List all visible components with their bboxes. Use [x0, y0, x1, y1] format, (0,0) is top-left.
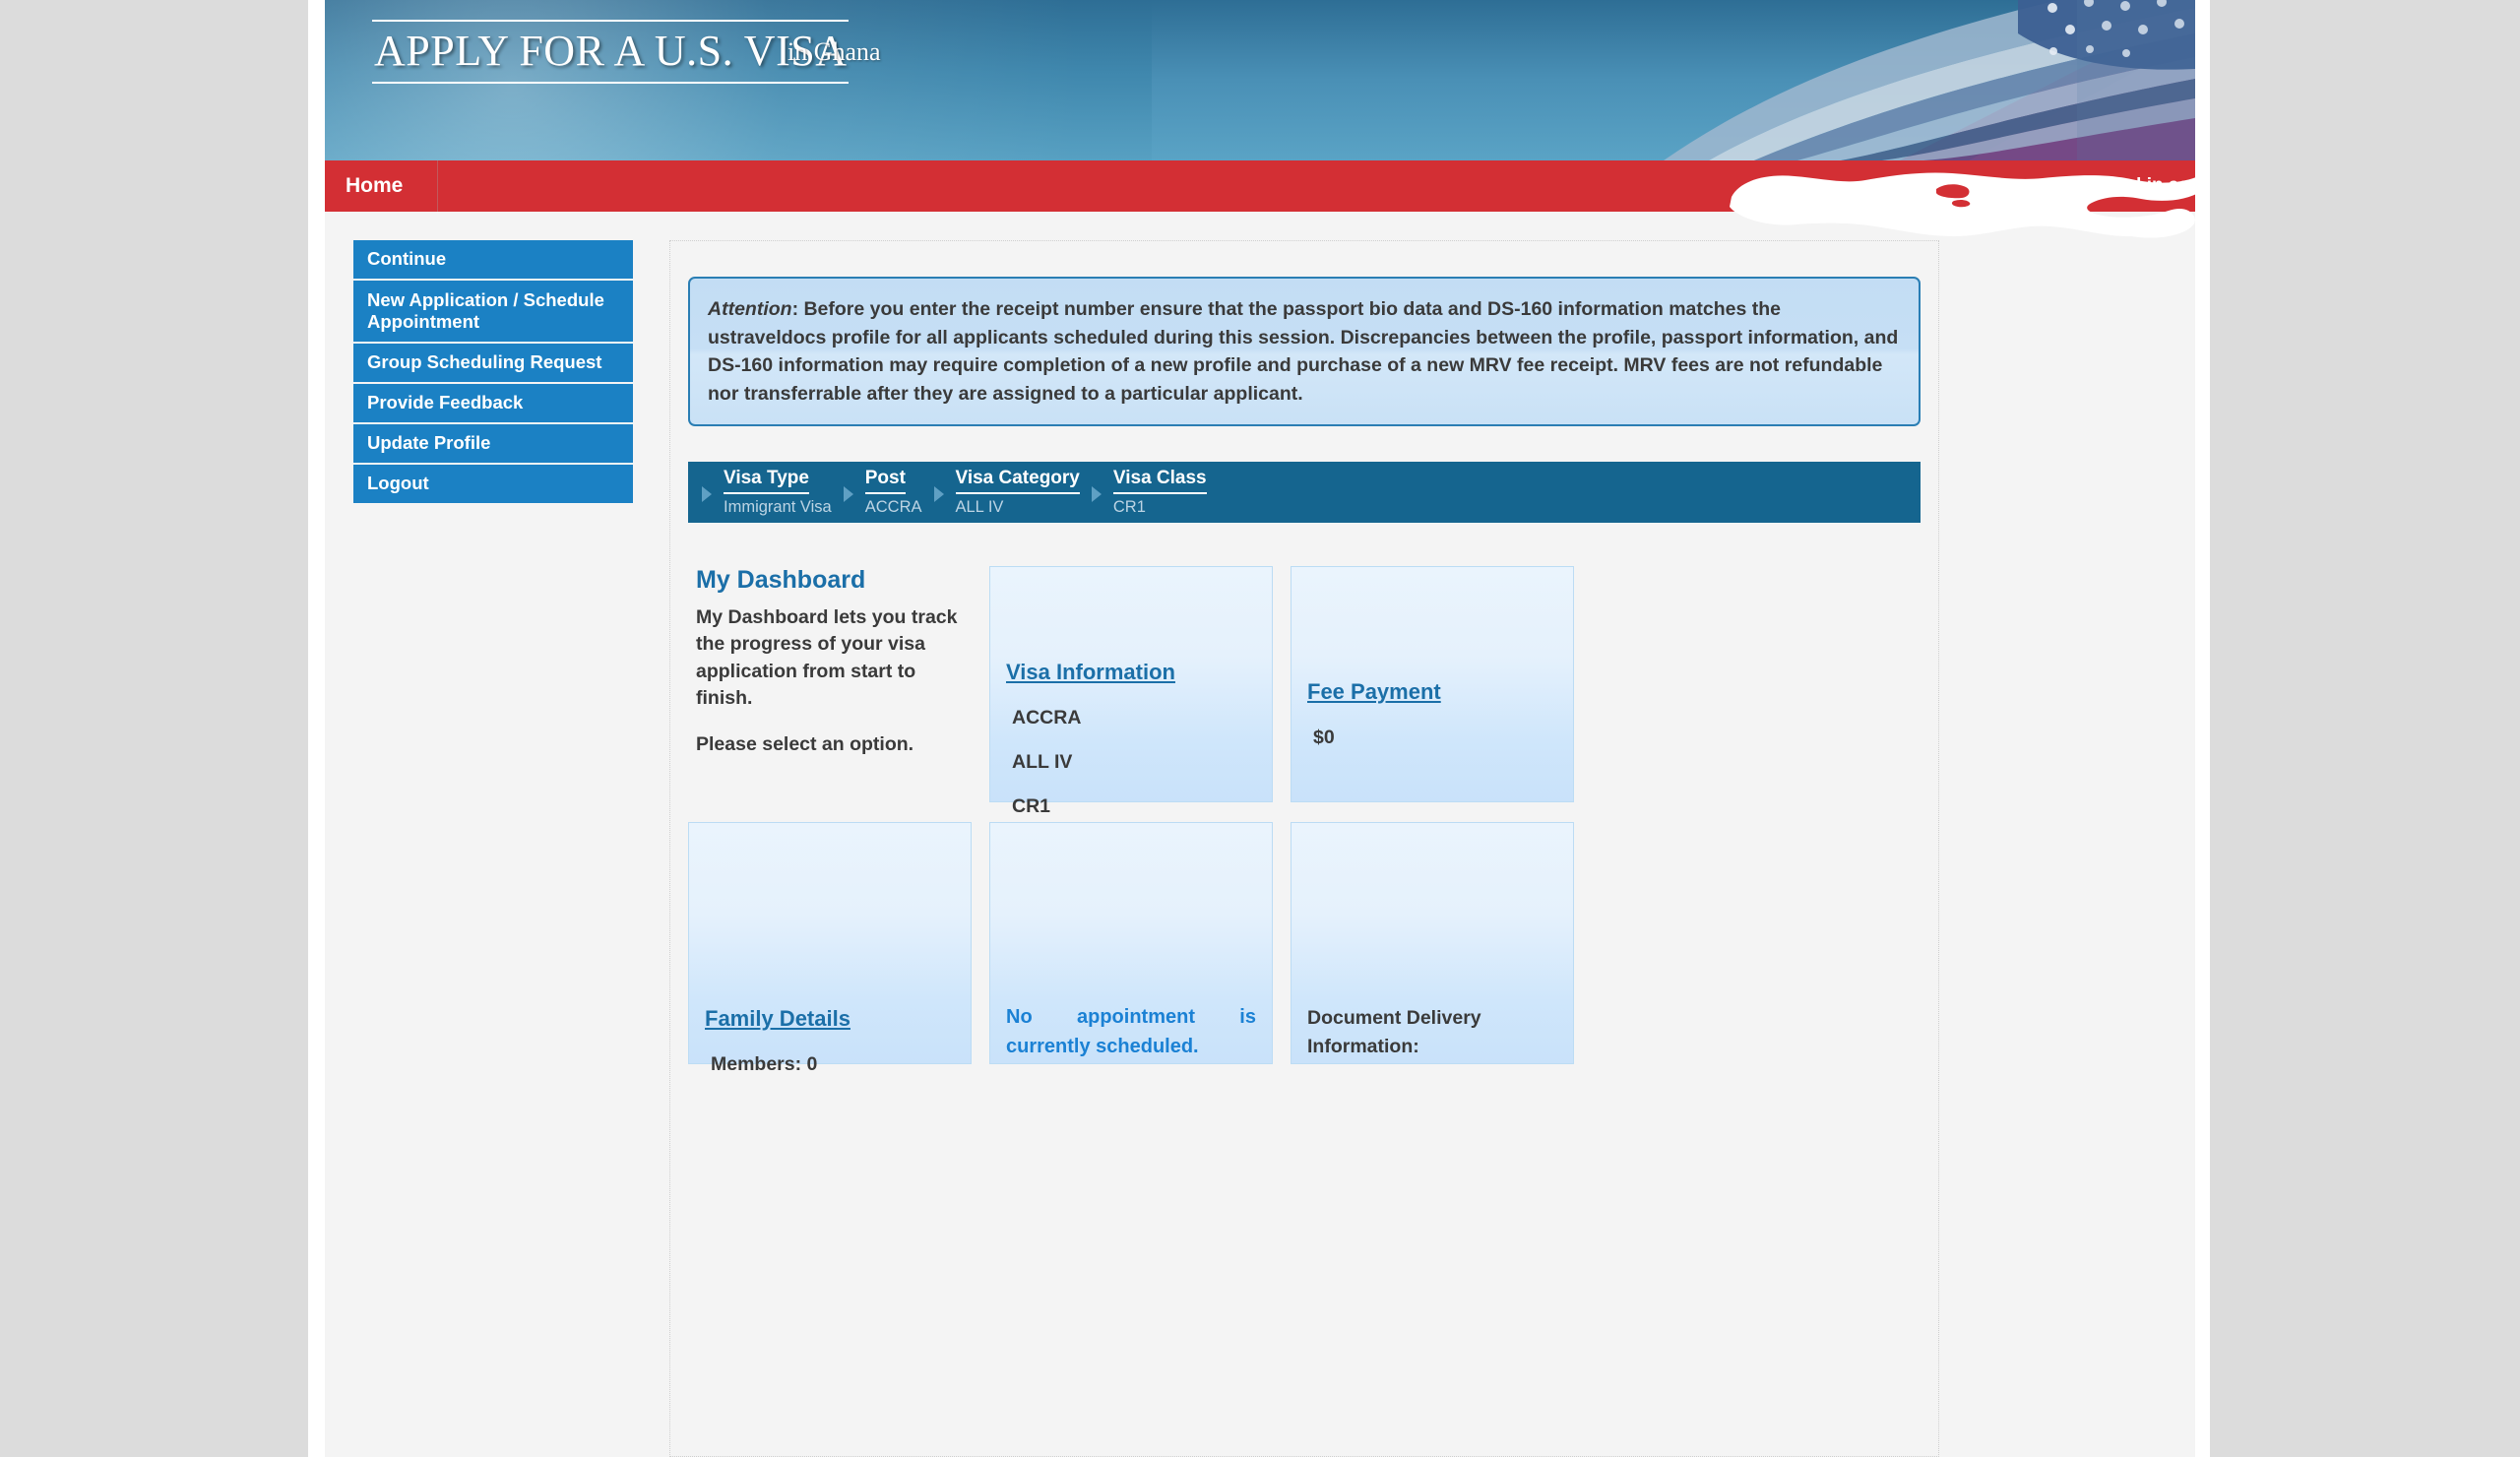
card-appointment-content: No appointment is currently scheduled.	[1006, 1002, 1256, 1061]
appointment-status-message: No appointment is currently scheduled.	[1006, 1006, 1256, 1057]
breadcrumb-value: CR1	[1112, 498, 1146, 516]
family-details-members: Members: 0	[711, 1053, 818, 1075]
sidebar-nav: Continue New Application / Schedule Appo…	[353, 240, 633, 505]
card-document-delivery-wrap: Document Delivery Information:	[1291, 822, 1574, 1064]
breadcrumb-value: ALL IV	[955, 498, 1004, 516]
card-document-delivery-content: Document Delivery Information:	[1307, 1004, 1557, 1062]
card-document-delivery[interactable]: Document Delivery Information:	[1291, 822, 1574, 1064]
site-banner: APPLY FOR A U.S. VISA in Ghana	[325, 0, 2195, 160]
card-visa-information-wrap: Visa Information ACCRA ALL IV CR1	[989, 566, 1273, 817]
breadcrumb: Visa Type Immigrant Visa Post ACCRA Visa…	[688, 462, 1921, 523]
chevron-right-icon	[696, 486, 718, 502]
breadcrumb-step-visa-type[interactable]: Visa Type Immigrant Visa	[718, 468, 838, 517]
fee-payment-link[interactable]: Fee Payment	[1307, 679, 1441, 705]
card-family-details-content: Family Details Members: 0	[705, 1006, 955, 1076]
dashboard-row-top: My Dashboard My Dashboard lets you track…	[688, 566, 1921, 817]
card-visa-information-content: Visa Information ACCRA ALL IV CR1	[1006, 660, 1256, 818]
visa-information-post: ACCRA	[1012, 707, 1082, 728]
logged-in-status: Logged in as	[2074, 160, 2195, 212]
sidebar-item-provide-feedback[interactable]: Provide Feedback	[353, 384, 633, 423]
dashboard-title: My Dashboard	[696, 566, 866, 594]
fee-payment-amount: $0	[1313, 727, 1335, 748]
document-delivery-line1: Document Delivery	[1307, 1007, 1481, 1029]
attention-body: : Before you enter the receipt number en…	[708, 298, 1899, 405]
breadcrumb-label: Visa Category	[955, 468, 1080, 494]
chevron-right-icon	[838, 486, 859, 502]
card-fee-payment-wrap: Fee Payment $0	[1291, 566, 1574, 802]
card-appointment[interactable]: No appointment is currently scheduled.	[989, 822, 1273, 1064]
card-fee-payment[interactable]: Fee Payment $0	[1291, 566, 1574, 802]
card-family-details[interactable]: Family Details Members: 0	[688, 822, 972, 1075]
attention-lead: Attention	[708, 298, 792, 320]
dashboard-description: My Dashboard lets you track the progress…	[696, 606, 958, 709]
banner-country: in Ghana	[788, 37, 881, 66]
breadcrumb-step-visa-class[interactable]: Visa Class CR1	[1107, 468, 1213, 517]
visa-information-link[interactable]: Visa Information	[1006, 660, 1175, 685]
document-delivery-line2: Information:	[1307, 1036, 1419, 1058]
dashboard-prompt: Please select an option.	[696, 733, 914, 756]
page-white-frame: APPLY FOR A U.S. VISA in Ghana Home Logg…	[308, 0, 2210, 1457]
content-panel: Attention: Before you enter the receipt …	[669, 240, 1939, 1457]
card-visa-information[interactable]: Visa Information ACCRA ALL IV CR1	[989, 566, 1273, 817]
breadcrumb-label: Post	[864, 468, 906, 494]
sidebar-item-logout[interactable]: Logout	[353, 464, 633, 503]
breadcrumb-value: Immigrant Visa	[724, 498, 832, 516]
chevron-right-icon	[928, 486, 950, 502]
breadcrumb-step-post[interactable]: Post ACCRA	[859, 468, 928, 517]
sidebar-item-group-scheduling[interactable]: Group Scheduling Request	[353, 344, 633, 383]
page-title: APPLY FOR A U.S. VISA	[372, 20, 850, 84]
page-root: APPLY FOR A U.S. VISA in Ghana Home Logg…	[325, 0, 2195, 1457]
dashboard-intro: My Dashboard My Dashboard lets you track…	[688, 566, 972, 802]
nav-item-home[interactable]: Home	[325, 160, 438, 212]
breadcrumb-label: Visa Type	[724, 468, 809, 494]
card-appointment-wrap: No appointment is currently scheduled.	[989, 822, 1273, 1064]
breadcrumb-label: Visa Class	[1112, 468, 1207, 494]
us-flag-graphic	[1152, 0, 2195, 160]
breadcrumb-value: ACCRA	[864, 498, 922, 516]
family-details-link[interactable]: Family Details	[705, 1006, 850, 1032]
visa-information-category: ALL IV	[1012, 751, 1073, 773]
dashboard-grid: My Dashboard My Dashboard lets you track…	[688, 566, 1921, 1084]
chevron-right-icon	[1086, 486, 1107, 502]
banner-title-wrap: APPLY FOR A U.S. VISA	[372, 20, 850, 84]
dashboard-row-bottom: Family Details Members: 0 No appointment…	[688, 822, 1921, 1075]
top-navbar: Home Logged in as	[325, 160, 2195, 212]
sidebar-item-update-profile[interactable]: Update Profile	[353, 424, 633, 463]
card-fee-payment-content: Fee Payment $0	[1307, 679, 1557, 749]
logged-in-label: Logged in as	[2073, 175, 2189, 196]
visa-information-class: CR1	[1012, 795, 1051, 817]
sidebar-item-new-application[interactable]: New Application / Schedule Appointment	[353, 280, 633, 343]
breadcrumb-step-visa-category[interactable]: Visa Category ALL IV	[950, 468, 1086, 517]
card-family-details-wrap: Family Details Members: 0	[688, 822, 972, 1075]
attention-notice: Attention: Before you enter the receipt …	[688, 277, 1921, 426]
body-area: Continue New Application / Schedule Appo…	[325, 212, 2195, 1457]
sidebar-item-continue[interactable]: Continue	[353, 240, 633, 279]
